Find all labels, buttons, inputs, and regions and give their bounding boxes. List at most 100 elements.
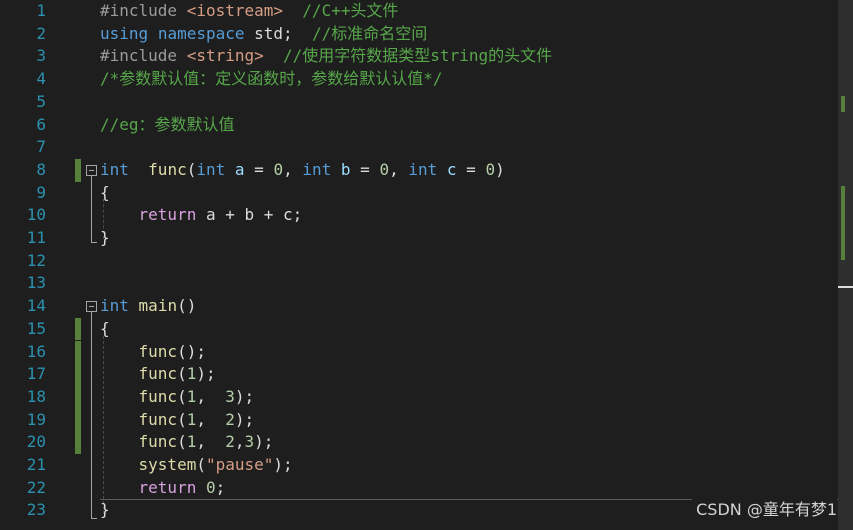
- expression: a + b + c;: [205, 205, 303, 225]
- change-marker: [75, 158, 81, 182]
- function-name: func: [138, 386, 178, 406]
- number: 3: [244, 432, 255, 452]
- type-keyword: int: [100, 296, 129, 316]
- comment: /*参数默认值：定义函数时，参数给默认认值*/: [100, 69, 443, 89]
- keyword: namespace: [157, 23, 245, 43]
- code-line-4[interactable]: /*参数默认值：定义函数时，参数给默认认值*/: [100, 68, 443, 91]
- function-name: func: [148, 159, 187, 179]
- collapse-icon[interactable]: [86, 300, 97, 312]
- punctuation: ,: [196, 409, 226, 429]
- control-keyword: return: [138, 477, 197, 497]
- line-number: 6: [36, 114, 46, 134]
- line-number: 5: [36, 91, 46, 111]
- code-line-18[interactable]: func(1, 3);: [100, 386, 255, 409]
- line-number: 17: [26, 364, 46, 384]
- line-number: 10: [26, 205, 46, 225]
- code-line-10[interactable]: return a + b + c;: [100, 204, 303, 227]
- number: 0: [205, 477, 216, 497]
- line-number: 4: [36, 69, 46, 89]
- line-number: 12: [26, 250, 46, 270]
- line-number: 23: [26, 500, 46, 520]
- comment: //标准命名空间: [311, 23, 428, 43]
- number: 1: [186, 432, 197, 452]
- code-line-23[interactable]: }: [100, 499, 110, 522]
- brace: }: [100, 500, 110, 520]
- code-line-6[interactable]: //eg：参数默认值: [100, 114, 235, 137]
- punctuation: (: [186, 159, 197, 179]
- line-number: 8: [36, 159, 46, 179]
- function-name: func: [138, 341, 178, 361]
- scrollbar-change-marker: [841, 96, 845, 112]
- code-line-17[interactable]: func(1);: [100, 363, 216, 386]
- brace: {: [100, 182, 110, 202]
- comment: //使用字符数据类型string的头文件: [283, 46, 553, 66]
- code-line-21[interactable]: system("pause");: [100, 454, 293, 477]
- collapse-icon[interactable]: [86, 164, 97, 176]
- number: 1: [186, 409, 197, 429]
- operator: =: [350, 159, 380, 179]
- function-name: func: [138, 409, 178, 429]
- comment: //eg：参数默认值: [100, 114, 235, 134]
- fold-end: [91, 241, 97, 243]
- line-number: 21: [26, 455, 46, 474]
- fold-line: [91, 175, 92, 242]
- function-name: main: [138, 296, 178, 316]
- line-number: 20: [26, 432, 46, 452]
- code-line-8[interactable]: int func(int a = 0, int b = 0, int c = 0…: [100, 159, 505, 182]
- type-keyword: int: [196, 159, 226, 179]
- code-editor[interactable]: 1 2 3 4 5 6 7 8 9 10 11 12 13 14 15 16 1…: [0, 0, 838, 530]
- number: 1: [186, 386, 197, 406]
- number: 3: [225, 386, 235, 406]
- fold-end: [91, 517, 97, 519]
- punctuation: ,: [389, 159, 409, 179]
- type-keyword: int: [302, 159, 332, 179]
- punctuation: ,: [196, 386, 226, 406]
- punctuation: );: [234, 386, 255, 406]
- number: 2: [225, 432, 235, 452]
- code-line-22[interactable]: return 0;: [100, 477, 226, 500]
- code-line-14[interactable]: int main(): [100, 295, 196, 318]
- vertical-scrollbar[interactable]: [838, 0, 853, 530]
- change-marker: [75, 385, 81, 409]
- line-number: 3: [36, 46, 46, 66]
- include-header: <string>: [186, 46, 264, 66]
- preprocessor-directive: #include: [100, 46, 178, 66]
- code-line-1[interactable]: #include <iostream> //C++头文件: [100, 0, 398, 23]
- punctuation: (: [177, 386, 187, 406]
- code-line-11[interactable]: }: [100, 227, 110, 250]
- code-line-16[interactable]: func();: [100, 341, 206, 364]
- function-name: func: [138, 364, 178, 384]
- fold-line: [91, 311, 92, 518]
- brace: }: [100, 228, 110, 247]
- string-literal: "pause": [205, 455, 274, 474]
- param-name: c: [446, 159, 457, 179]
- code-line-2[interactable]: using namespace std; //标准命名空间: [100, 23, 427, 46]
- line-number: 13: [26, 273, 46, 293]
- operator: =: [456, 159, 486, 179]
- number: 0: [273, 159, 284, 179]
- punctuation: ,: [283, 159, 303, 179]
- number: 0: [379, 159, 390, 179]
- comment: //C++头文件: [302, 1, 399, 20]
- code-line-15[interactable]: {: [100, 318, 110, 341]
- line-number: 2: [36, 23, 46, 43]
- line-number: 1: [36, 1, 46, 20]
- code-line-19[interactable]: func(1, 2);: [100, 409, 255, 432]
- code-line-20[interactable]: func(1, 2,3);: [100, 431, 274, 454]
- punctuation: (: [196, 455, 206, 474]
- line-number: 19: [26, 409, 46, 429]
- change-marker: [75, 363, 81, 386]
- line-number: 18: [26, 386, 46, 406]
- punctuation: ,: [196, 432, 226, 452]
- line-number: 9: [36, 182, 46, 202]
- brace: {: [100, 318, 110, 338]
- code-line-3[interactable]: #include <string> //使用字符数据类型string的头文件: [100, 45, 552, 68]
- number: 1: [186, 364, 197, 384]
- line-number: 16: [26, 341, 46, 361]
- change-marker: [75, 408, 81, 432]
- code-line-9[interactable]: {: [100, 182, 110, 205]
- line-number: 7: [36, 137, 46, 157]
- include-header: <iostream>: [186, 1, 284, 20]
- function-name: system: [138, 455, 197, 474]
- watermark: CSDN @童年有梦1: [692, 499, 837, 521]
